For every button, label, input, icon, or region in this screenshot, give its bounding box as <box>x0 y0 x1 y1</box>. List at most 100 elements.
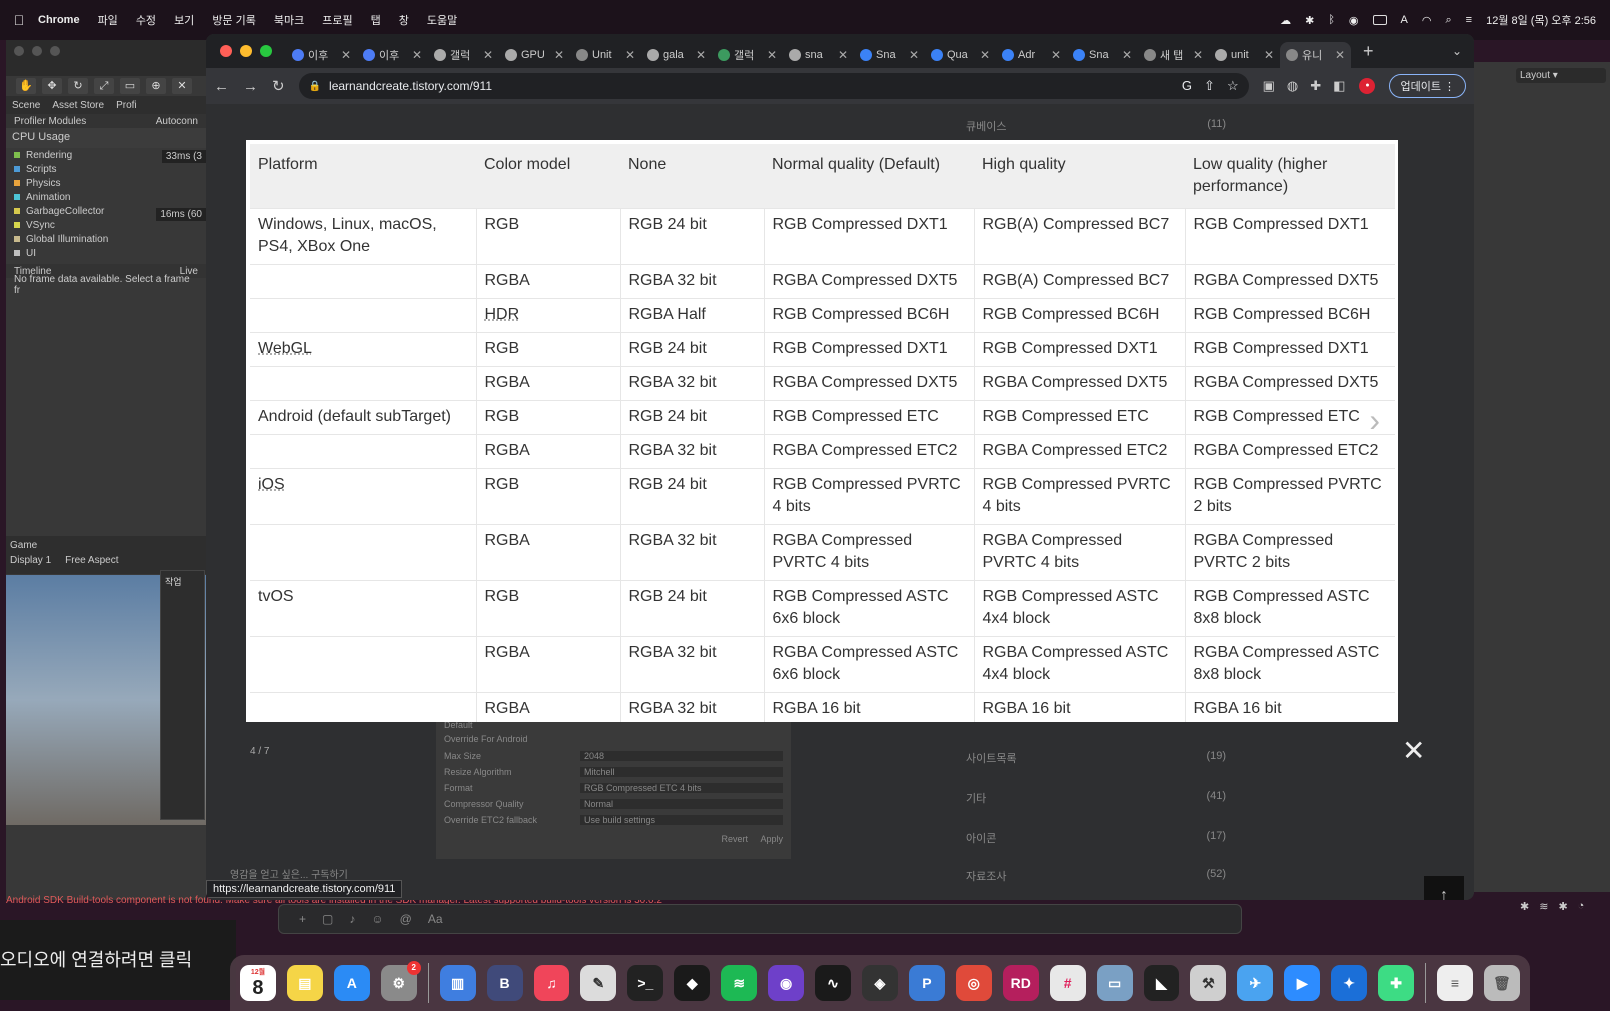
status-circle-icon[interactable]: ◔ <box>1578 900 1585 912</box>
zoom-app[interactable]: ▶ <box>1284 965 1321 1001</box>
chrome-app[interactable]: ◎ <box>955 965 992 1001</box>
window-min-dot[interactable] <box>32 46 42 56</box>
unity-hub-app[interactable]: ◈ <box>861 965 898 1001</box>
wifi-icon[interactable]: ◠ <box>1422 14 1432 27</box>
menu-item-window[interactable]: 창 <box>399 12 409 28</box>
menu-item-help[interactable]: 도움말 <box>427 12 457 28</box>
gear-icon[interactable]: ✱ <box>1305 14 1314 27</box>
menu-item-file[interactable]: 파일 <box>98 12 118 28</box>
bookmark-star-icon[interactable]: ☆ <box>1227 78 1239 94</box>
control-center-icon[interactable]: ≡ <box>1466 14 1472 26</box>
close-tab-icon[interactable]: ✕ <box>341 48 351 62</box>
transform-tool-icon[interactable]: ⊕ <box>146 78 166 94</box>
category-item[interactable]: 큐베이스 (11) <box>966 118 1226 134</box>
close-tab-icon[interactable]: ✕ <box>1122 48 1132 62</box>
creative-cloud-icon[interactable]: ☁ <box>1280 14 1291 27</box>
browser-tab[interactable]: 새 탭 ✕ <box>1138 42 1209 68</box>
bbedit-app[interactable]: B <box>486 965 523 1001</box>
browser-tab[interactable]: unit ✕ <box>1209 42 1280 68</box>
close-tab-icon[interactable]: ✕ <box>980 48 990 62</box>
automator-app[interactable]: ⚒ <box>1190 965 1227 1001</box>
close-tab-icon[interactable]: ✕ <box>554 48 564 62</box>
parallels-app[interactable]: P <box>908 965 945 1001</box>
module-global-illumination[interactable]: Global Illumination <box>6 232 206 246</box>
browser-tab-active[interactable]: 유니 ✕ <box>1280 42 1351 68</box>
autoconnect-dropdown[interactable]: Autoconn <box>156 116 198 127</box>
category-item[interactable]: 자료조사 (52) <box>966 868 1226 884</box>
tab-asset-store[interactable]: Asset Store <box>52 100 104 111</box>
google-icon[interactable]: G <box>1182 78 1192 94</box>
lightbox-close-icon[interactable]: ✕ <box>1402 737 1426 765</box>
category-item[interactable]: 기타 (41) <box>966 790 1226 806</box>
window-max-dot[interactable] <box>50 46 60 56</box>
hand-tool-icon[interactable]: ✋ <box>16 78 36 94</box>
attach-icon[interactable]: ▢ <box>322 912 333 926</box>
input-source-indicator[interactable]: A <box>1401 14 1408 26</box>
menu-app-name[interactable]: Chrome <box>38 14 80 26</box>
forward-arrow-icon[interactable]: → <box>243 78 258 95</box>
rect-tool-icon[interactable]: ▭ <box>120 78 140 94</box>
close-tab-icon[interactable]: ✕ <box>1193 48 1203 62</box>
bug-icon[interactable]: ✱ <box>1520 900 1529 913</box>
browser-tab[interactable]: Sna ✕ <box>854 42 925 68</box>
tab-game[interactable]: Game <box>10 540 202 551</box>
menu-item-history[interactable]: 방문 기록 <box>212 12 256 28</box>
notes-app[interactable]: ▤ <box>286 965 323 1001</box>
browser-tab[interactable]: Unit ✕ <box>570 42 641 68</box>
back-arrow-icon[interactable]: ← <box>214 78 229 95</box>
close-tab-icon[interactable]: ✕ <box>625 48 635 62</box>
emoji-icon[interactable]: ☺ <box>371 912 383 926</box>
category-item[interactable]: 아이콘 (17) <box>966 830 1226 846</box>
apple-icon[interactable]:  <box>0 12 38 28</box>
bluetooth-icon[interactable]: ᛒ <box>1328 14 1335 26</box>
module-ui[interactable]: UI <box>6 246 206 260</box>
extension-icon[interactable]: ▣ <box>1263 78 1275 94</box>
maximize-window-button[interactable] <box>260 45 272 57</box>
sidepanel-icon[interactable]: ◧ <box>1333 78 1345 94</box>
record-icon[interactable]: ◉ <box>1349 14 1359 27</box>
browser-tab[interactable]: gala ✕ <box>641 42 712 68</box>
close-tab-icon[interactable]: ✕ <box>483 48 493 62</box>
display-dropdown[interactable]: Display 1 <box>10 555 51 566</box>
system-preferences-app[interactable]: ⚙ 2 <box>380 961 421 1001</box>
plus-icon[interactable]: + <box>299 912 306 926</box>
tab-scene[interactable]: Scene <box>12 100 40 111</box>
cell-platform-link[interactable]: WebGL <box>250 332 477 367</box>
update-button[interactable]: 업데이트 ⋮ <box>1389 74 1466 98</box>
window-close-dot[interactable] <box>14 46 24 56</box>
browser-tab[interactable]: 이후 ✕ <box>286 42 357 68</box>
close-window-button[interactable] <box>220 45 232 57</box>
lock-icon[interactable]: 🔒 <box>309 81 321 92</box>
github-desktop-app[interactable]: ◉ <box>768 965 805 1001</box>
close-tab-icon[interactable]: ✕ <box>1264 48 1274 62</box>
files-app[interactable]: ▥ <box>439 965 476 1001</box>
chat-input-bar[interactable]: + ▢ ♪ ☺ @ Aa <box>278 904 1242 934</box>
mic-icon[interactable]: ♪ <box>349 912 355 926</box>
menu-item-view[interactable]: 보기 <box>174 12 194 28</box>
close-tab-icon[interactable]: ✕ <box>412 48 422 62</box>
layers-icon[interactable]: ≋ <box>1539 900 1548 913</box>
music-app[interactable]: ♫ <box>533 965 570 1001</box>
slack-app[interactable]: # <box>1049 965 1086 1001</box>
menu-item-edit[interactable]: 수정 <box>136 12 156 28</box>
script-editor-app[interactable]: ✎ <box>580 965 617 1001</box>
move-tool-icon[interactable]: ✥ <box>42 78 62 94</box>
close-tab-icon[interactable]: ✕ <box>1335 48 1345 62</box>
terminal-app[interactable]: >_ <box>627 965 664 1001</box>
profiler-modules-dropdown[interactable]: Profiler Modules <box>14 116 86 127</box>
cell-platform-link[interactable]: iOS <box>250 468 477 525</box>
browser-tab[interactable]: Sna ✕ <box>1067 42 1138 68</box>
spotify-app[interactable]: ≋ <box>721 965 758 1001</box>
module-scripts[interactable]: Scripts <box>6 162 206 176</box>
browser-tab[interactable]: 갤럭 ✕ <box>428 42 499 68</box>
chevron-right-icon[interactable]: › <box>1369 402 1380 439</box>
browser-tab[interactable]: sna ✕ <box>783 42 854 68</box>
lightbox-image[interactable]: Platform Color model None Normal quality… <box>246 140 1398 722</box>
dropbox-app[interactable]: ◆ <box>674 965 711 1001</box>
audio-toast[interactable]: 오디오에 연결하려면 클릭 <box>0 920 236 1000</box>
profile-avatar[interactable]: ● <box>1359 78 1376 94</box>
close-tab-icon[interactable]: ✕ <box>838 48 848 62</box>
module-animation[interactable]: Animation <box>6 190 206 204</box>
mention-icon[interactable]: @ <box>400 912 412 926</box>
tab-search-chevron-icon[interactable]: ⌄ <box>1452 44 1474 58</box>
